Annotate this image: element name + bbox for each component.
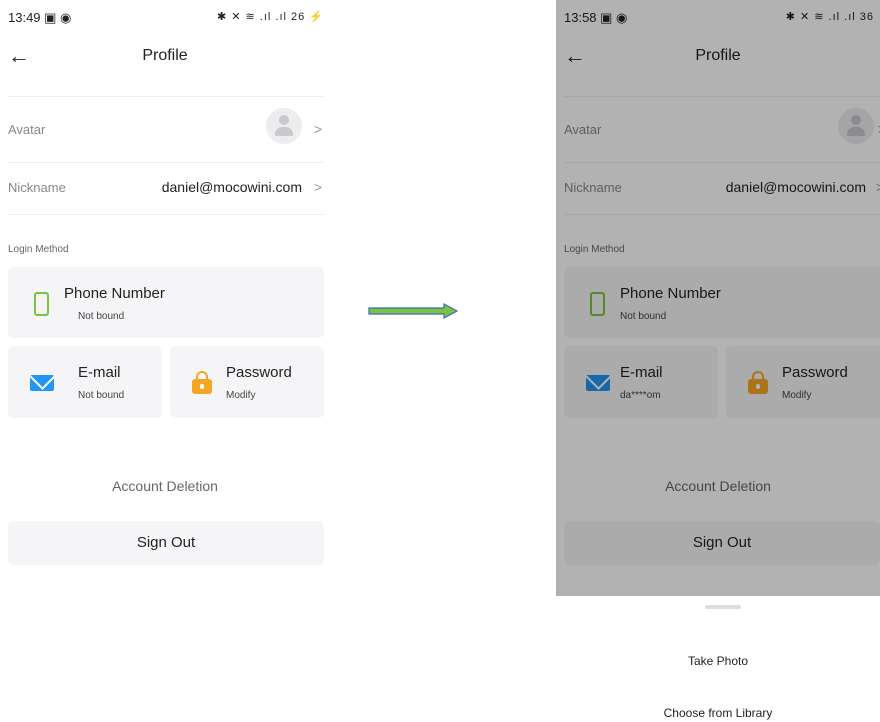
password-title: Password [226, 364, 292, 381]
nickname-row[interactable]: Nickname daniel@mocowini.com > [8, 178, 324, 215]
sign-out-button[interactable]: Sign Out [8, 521, 324, 565]
email-icon [30, 375, 54, 391]
password-status: Modify [226, 390, 256, 401]
avatar-label: Avatar [8, 122, 46, 137]
email-title: E-mail [78, 364, 121, 381]
take-photo-option[interactable]: Take Photo [556, 654, 880, 668]
profile-screen-after: 13:58 ▣ ◉ ✱ ✕ ≋ .ıl .ıl 36 ← Profile Ava… [556, 0, 880, 722]
transition-arrow-icon [368, 303, 458, 319]
avatar-row[interactable]: Avatar > [8, 108, 324, 163]
lock-icon [192, 371, 212, 394]
email-status: Not bound [78, 390, 125, 401]
password-card[interactable]: Password Modify [170, 346, 324, 418]
nickname-label: Nickname [8, 180, 66, 195]
divider [8, 96, 324, 97]
status-time: 13:49 ▣ ◉ [8, 10, 72, 25]
header: ← Profile [0, 40, 330, 76]
avatar-icon [266, 108, 302, 144]
email-card[interactable]: E-mail Not bound [8, 346, 162, 418]
choose-from-library-option[interactable]: Choose from Library [556, 706, 880, 720]
photo-action-sheet: Take Photo Choose from Library [556, 596, 880, 722]
profile-screen-before: 13:49 ▣ ◉ ✱ ✕ ≋ .ıl .ıl 26 ⚡ ← Profile A… [0, 0, 330, 722]
status-icons: ✱ ✕ ≋ .ıl .ıl 26 ⚡ [216, 11, 324, 23]
login-method-label: Login Method [8, 244, 69, 255]
phone-icon [34, 292, 49, 316]
status-bar: 13:49 ▣ ◉ ✱ ✕ ≋ .ıl .ıl 26 ⚡ [8, 10, 324, 28]
phone-status: Not bound [78, 311, 125, 322]
sheet-drag-handle[interactable] [705, 605, 741, 609]
nickname-value: daniel@mocowini.com [161, 179, 302, 195]
dim-overlay[interactable] [556, 0, 880, 596]
phone-number-card[interactable]: Phone Number Not bound [8, 267, 324, 338]
chevron-right-icon: > [313, 179, 322, 195]
phone-title: Phone Number [64, 285, 165, 302]
chevron-right-icon: > [313, 121, 322, 137]
page-title: Profile [142, 47, 188, 64]
account-deletion-link[interactable]: Account Deletion [0, 478, 330, 494]
